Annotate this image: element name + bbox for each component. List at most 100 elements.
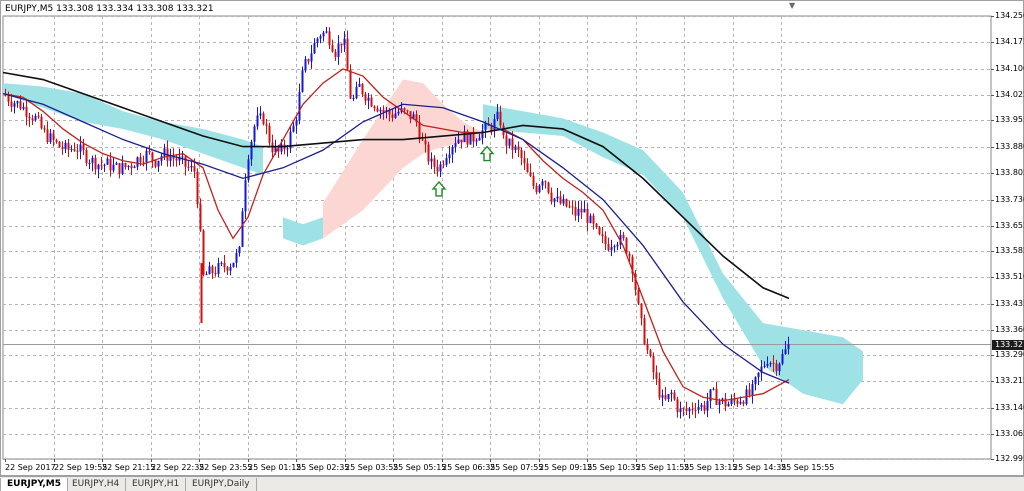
price-tick-label: 133.435	[995, 299, 1024, 308]
candle-bear	[526, 163, 529, 173]
candle-bear	[37, 115, 40, 117]
candle-bull	[478, 138, 481, 141]
candle-bull	[190, 166, 193, 168]
candle-bull	[337, 43, 340, 58]
candle-bull	[454, 143, 457, 148]
tab-eurjpy-daily[interactable]: EURJPY,Daily	[186, 478, 257, 491]
chart-shift-marker-icon[interactable]: ▼	[789, 1, 795, 10]
candle-bear	[748, 389, 751, 395]
candle-bull	[13, 103, 16, 107]
candle-bear	[214, 273, 217, 275]
candle-bear	[694, 409, 697, 411]
price-tick-label: 133.360	[995, 325, 1024, 334]
candle-bull	[670, 392, 673, 395]
candle-bull	[754, 377, 757, 385]
candle-bear	[442, 164, 445, 166]
tab-eurjpy-h1[interactable]: EURJPY,H1	[126, 478, 187, 491]
candle-bull	[445, 158, 448, 165]
candle-bear	[46, 129, 49, 142]
candle-bull	[169, 156, 172, 161]
candle-bear	[265, 124, 268, 126]
candle-bear	[544, 181, 547, 183]
candle-bear	[193, 166, 196, 172]
candle-bear	[25, 106, 28, 117]
tab-eurjpy-m5[interactable]: EURJPY,M5	[0, 478, 68, 491]
candle-bull	[541, 181, 544, 186]
candle-bull	[49, 133, 52, 142]
candle-bull	[712, 388, 715, 390]
candle-bull	[34, 115, 37, 121]
chart-title: EURJPY,M5 133.308 133.334 133.308 133.32…	[5, 4, 214, 14]
candle-bull	[688, 408, 691, 412]
candle-bull	[514, 146, 517, 151]
candle-bear	[202, 230, 205, 275]
candle-bull	[562, 199, 565, 204]
time-tick-label: 25 Sep 05:15	[393, 463, 447, 472]
candle-bull	[484, 123, 487, 131]
candle-bear	[100, 164, 103, 166]
candle-bull	[709, 389, 712, 402]
candle-bull	[319, 36, 322, 39]
candle-bull	[751, 384, 754, 395]
tab-eurjpy-h4[interactable]: EURJPY,H4	[66, 478, 127, 491]
candle-bull	[700, 405, 703, 407]
candle-bear	[736, 400, 739, 404]
price-tick-label: 132.995	[995, 454, 1024, 463]
price-tick-label: 133.510	[995, 272, 1024, 281]
candle-bear	[196, 171, 199, 205]
candle-bear	[421, 139, 424, 141]
candle-bear	[364, 94, 367, 101]
candle-bear	[139, 157, 142, 163]
candle-bull	[295, 120, 298, 126]
candle-bull	[616, 244, 619, 247]
candle-bear	[328, 31, 331, 46]
price-tick-label: 133.065	[995, 429, 1024, 438]
candle-bull	[253, 126, 256, 142]
chart-window[interactable]: EURJPY,M5 133.308 133.334 133.308 133.32…	[0, 0, 1024, 476]
price-tick-label: 133.140	[995, 403, 1024, 412]
candle-bear	[199, 204, 202, 231]
candle-bear	[427, 144, 430, 162]
candle-bear	[499, 111, 502, 126]
candle-bear	[28, 116, 31, 119]
candle-bull	[358, 84, 361, 87]
candle-bull	[778, 363, 781, 372]
candle-bear	[565, 199, 568, 207]
candle-bull	[352, 97, 355, 99]
candle-bear	[550, 192, 553, 202]
candle-bear	[7, 95, 10, 102]
candle-bull	[103, 164, 106, 166]
candle-bull	[79, 144, 82, 152]
candle-bull	[367, 97, 370, 101]
time-tick-label: 25 Sep 15:55	[781, 463, 835, 472]
price-chart[interactable]	[1, 1, 1024, 477]
candle-bear	[691, 408, 694, 410]
candle-bear	[715, 388, 718, 405]
candle-bull	[157, 160, 160, 167]
time-tick-label: 25 Sep 09:15	[539, 463, 593, 472]
candle-bear	[568, 206, 571, 208]
candle-bear	[520, 149, 523, 159]
chart-tabs: EURJPY,M5 EURJPY,H4 EURJPY,H1 EURJPY,Dai…	[0, 476, 1024, 491]
candle-bull	[112, 164, 115, 171]
candle-bear	[391, 114, 394, 118]
candle-bull	[286, 148, 289, 150]
candle-bull	[133, 166, 136, 169]
candle-bear	[31, 118, 34, 121]
candle-bull	[250, 141, 253, 160]
candle-bear	[175, 158, 178, 161]
candle-bull	[496, 111, 499, 120]
candle-bear	[331, 45, 334, 52]
candle-bull	[679, 408, 682, 413]
candle-bear	[55, 139, 58, 142]
candle-bear	[424, 140, 427, 145]
candle-bear	[361, 84, 364, 95]
candle-bull	[481, 130, 484, 139]
time-tick-label: 25 Sep 06:35	[442, 463, 496, 472]
candle-bear	[124, 163, 127, 167]
candle-bear	[682, 408, 685, 410]
candle-bear	[268, 125, 271, 143]
candle-bear	[655, 372, 658, 379]
time-tick-label: 25 Sep 03:55	[345, 463, 399, 472]
candle-bull	[235, 253, 238, 263]
